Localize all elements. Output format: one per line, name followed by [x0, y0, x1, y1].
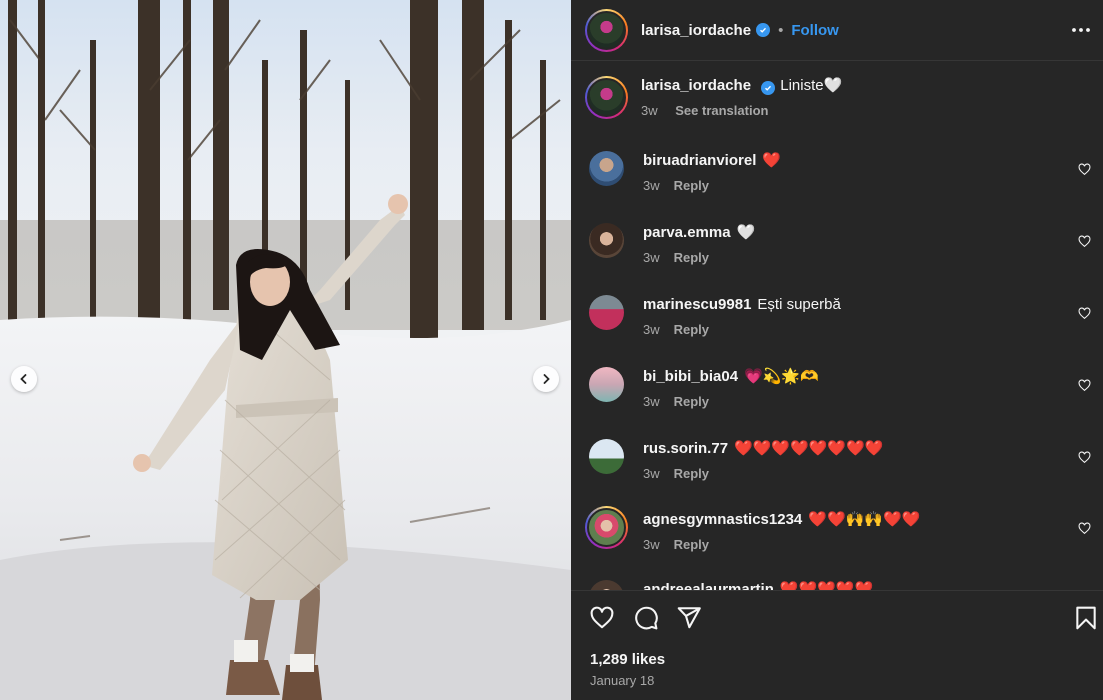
comment-username[interactable]: parva.emma — [643, 224, 731, 241]
reply-button[interactable]: Reply — [674, 178, 709, 193]
caption-age: 3w — [641, 103, 658, 118]
comment-age: 3w — [643, 250, 660, 265]
comment-text: 🤍 — [736, 224, 756, 241]
more-options-icon[interactable] — [1071, 20, 1091, 40]
likes-count[interactable]: 1,289 likes — [590, 651, 665, 668]
separator-dot: • — [778, 21, 784, 39]
comment-like-heart-icon[interactable] — [1078, 522, 1091, 535]
comment-like-heart-icon[interactable] — [1078, 451, 1091, 464]
chevron-right-icon — [543, 374, 550, 384]
verified-badge-icon — [756, 23, 771, 37]
commenter-avatar[interactable] — [589, 580, 624, 590]
comment-like-heart-icon[interactable] — [1078, 163, 1091, 176]
reply-button[interactable]: Reply — [674, 394, 709, 409]
bookmark-icon[interactable] — [1073, 605, 1099, 631]
comment-like-heart-icon[interactable] — [1078, 307, 1091, 320]
post-date[interactable]: January 18 — [590, 673, 654, 688]
comment-username[interactable]: rus.sorin.77 — [643, 440, 728, 457]
chevron-left-icon — [20, 374, 27, 384]
comment-item: biruadrianviorel ❤️ 3w Reply — [585, 151, 1095, 193]
caption-username[interactable]: larisa_iordache — [641, 77, 751, 94]
post-caption: larisa_iordache Liniste🤍 3w See translat… — [585, 76, 1095, 119]
post-actions: 1,289 likes January 18 — [571, 590, 1103, 700]
commenter-avatar[interactable] — [589, 367, 624, 402]
comment-age: 3w — [643, 178, 660, 193]
author-username[interactable]: larisa_iordache — [641, 22, 751, 39]
comment-bubble-icon[interactable] — [633, 605, 659, 631]
comment-age: 3w — [643, 322, 660, 337]
verified-badge-icon — [761, 81, 776, 95]
reply-button[interactable]: Reply — [674, 250, 709, 265]
see-translation-button[interactable]: See translation — [675, 103, 768, 118]
caption-text: Liniste🤍 — [780, 77, 843, 94]
previous-photo-button[interactable] — [11, 366, 37, 392]
comment-item: marinescu9981 Ești superbă 3w Reply — [585, 295, 1095, 337]
follow-button[interactable]: Follow — [791, 22, 839, 39]
comment-username[interactable]: agnesgymnastics1234 — [643, 511, 802, 528]
commenter-avatar[interactable] — [589, 223, 624, 258]
commenter-avatar[interactable] — [589, 295, 624, 330]
comment-username[interactable]: biruadrianviorel — [643, 152, 756, 169]
comment-text: 💗💫🌟🫶 — [744, 368, 819, 385]
post-details-panel: larisa_iordache • Follow larisa_iordache — [571, 0, 1103, 700]
comment-like-heart-icon[interactable] — [1078, 235, 1091, 248]
comments-list[interactable]: larisa_iordache Liniste🤍 3w See translat… — [571, 62, 1103, 590]
comment-username[interactable]: andreealaurmartin — [643, 581, 774, 590]
comment-age: 3w — [643, 394, 660, 409]
commenter-avatar[interactable] — [589, 151, 624, 186]
next-photo-button[interactable] — [533, 366, 559, 392]
comment-item: andreealaurmartin ❤️❤️❤️❤️❤️ — [585, 580, 1095, 590]
author-avatar[interactable] — [585, 8, 628, 52]
comment-text: ❤️❤️❤️❤️❤️❤️❤️❤️ — [734, 440, 884, 457]
comment-item: parva.emma 🤍 3w Reply — [585, 223, 1095, 265]
winter-forest-photo — [0, 0, 571, 700]
comment-item: bi_bibi_bia04 💗💫🌟🫶 3w Reply — [585, 367, 1095, 409]
post-photo[interactable] — [0, 0, 571, 700]
reply-button[interactable]: Reply — [674, 466, 709, 481]
comment-text: ❤️❤️❤️❤️❤️ — [779, 581, 874, 590]
comment-text: ❤️ — [762, 152, 782, 169]
comment-like-heart-icon[interactable] — [1078, 379, 1091, 392]
comment-age: 3w — [643, 466, 660, 481]
post-viewer: larisa_iordache • Follow larisa_iordache — [0, 0, 1103, 700]
comment-item: agnesgymnastics1234 ❤️❤️🙌🙌❤️❤️ 3w Reply — [585, 506, 1095, 552]
comment-text: ❤️❤️🙌🙌❤️❤️ — [808, 511, 921, 528]
commenter-avatar[interactable] — [585, 506, 628, 549]
comment-username[interactable]: bi_bibi_bia04 — [643, 368, 738, 385]
heart-icon[interactable] — [589, 605, 615, 631]
author-avatar[interactable] — [585, 76, 628, 119]
comment-username[interactable]: marinescu9981 — [643, 296, 751, 313]
commenter-avatar[interactable] — [589, 439, 624, 474]
reply-button[interactable]: Reply — [674, 537, 709, 552]
comment-item: rus.sorin.77 ❤️❤️❤️❤️❤️❤️❤️❤️ 3w Reply — [585, 439, 1095, 481]
comment-text: Ești superbă — [757, 296, 841, 313]
post-header: larisa_iordache • Follow — [571, 0, 1103, 61]
reply-button[interactable]: Reply — [674, 322, 709, 337]
paper-plane-icon[interactable] — [676, 605, 702, 631]
comment-age: 3w — [643, 537, 660, 552]
